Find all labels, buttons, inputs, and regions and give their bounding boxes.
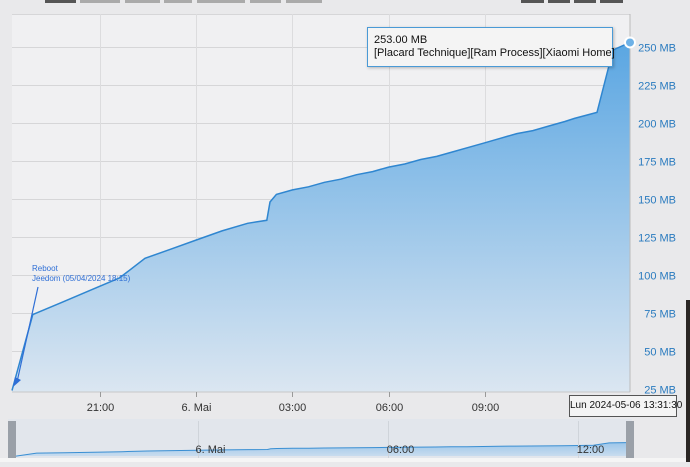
x-tick-label: 6. Mai <box>182 402 212 414</box>
x-axis: 21:00 6. Mai 03:00 06:00 09:00 <box>87 392 500 414</box>
crosshair-date-label: Lun 2024-05-06 13:31:30 <box>569 395 682 417</box>
y-tick-label: 100 MB <box>638 271 676 283</box>
annotation-line-2: Jeedom (05/04/2024 18:15) <box>32 274 131 283</box>
tooltip-series: [Placard Technique][Ram Process][Xiaomi … <box>374 47 615 59</box>
y-tick-label: 150 MB <box>638 195 676 207</box>
tooltip-value: 253.00 MB <box>374 34 428 46</box>
range-button-7[interactable] <box>286 0 322 3</box>
memory-area-chart: 25 MB50 MB75 MB100 MB125 MB150 MB175 MB2… <box>0 0 690 462</box>
y-tick-label: 75 MB <box>644 309 676 321</box>
export-button-1[interactable] <box>521 0 544 3</box>
chart-container: 25 MB 50 MB 75 MB 100 MB 125 MB 150 MB 175 MB 2… <box>0 0 690 462</box>
navigator-right-handle[interactable] <box>626 421 634 462</box>
range-button-1[interactable] <box>45 0 76 3</box>
y-tick-label: 50 MB <box>644 347 676 359</box>
y-tick-label: 200 MB <box>638 119 676 131</box>
y-axis: 25 MB50 MB75 MB100 MB125 MB150 MB175 MB2… <box>638 43 676 397</box>
y-tick-label: 175 MB <box>638 157 676 169</box>
x-tick-label: 06:00 <box>376 402 404 414</box>
y-tick-label: 225 MB <box>638 81 676 93</box>
range-button-5[interactable] <box>197 0 245 3</box>
y-tick-label: 250 MB <box>638 43 676 55</box>
tooltip: 253.00 MB [Placard Technique][Ram Proces… <box>367 27 615 67</box>
x-tick-label: 09:00 <box>472 402 500 414</box>
annotation-line-1: Reboot <box>32 264 59 273</box>
x-tick-label: 21:00 <box>87 402 115 414</box>
export-button-3[interactable] <box>574 0 596 3</box>
navigator-tick-label: 12:00 <box>577 444 605 456</box>
hover-point-marker[interactable] <box>624 36 636 49</box>
range-button-6[interactable] <box>250 0 281 3</box>
window-edge <box>686 300 690 462</box>
navigator-scrollbar[interactable] <box>0 458 690 462</box>
export-button-2[interactable] <box>548 0 570 3</box>
y-tick-label: 125 MB <box>638 233 676 245</box>
navigator-left-handle[interactable] <box>8 421 16 462</box>
range-button-3[interactable] <box>125 0 160 3</box>
range-button-2[interactable] <box>80 0 120 3</box>
navigator-tick-label: 06:00 <box>387 444 415 456</box>
navigator-tick-label: 6. Mai <box>196 444 226 456</box>
range-button-4[interactable] <box>164 0 192 3</box>
x-tick-label: 03:00 <box>279 402 307 414</box>
export-button-4[interactable] <box>600 0 623 3</box>
